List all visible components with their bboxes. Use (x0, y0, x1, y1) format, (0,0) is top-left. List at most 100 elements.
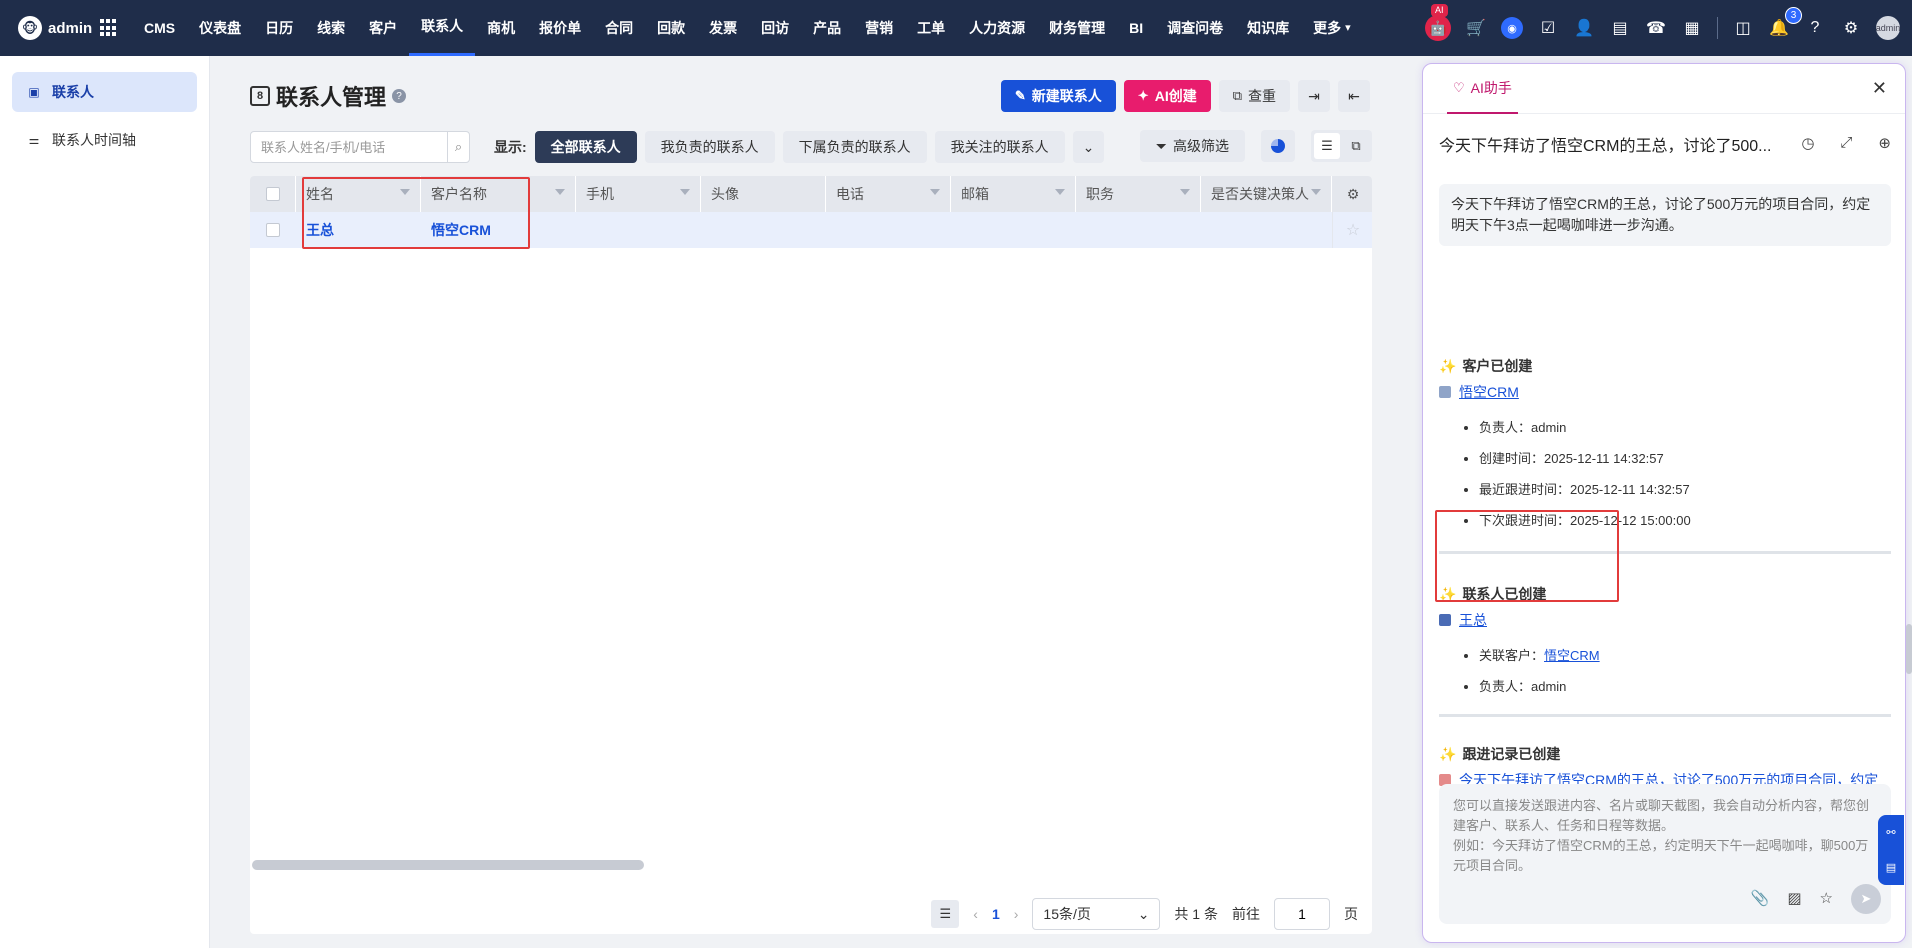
nav-item-surveys[interactable]: 调查问卷 (1155, 0, 1235, 56)
horizontal-scrollbar[interactable] (252, 860, 644, 870)
cart-icon[interactable]: 🛒 (1465, 17, 1487, 39)
page-number[interactable]: 1 (992, 906, 1000, 922)
col-header-email[interactable]: 邮箱 (951, 176, 1076, 212)
nav-item-tickets[interactable]: 工单 (905, 0, 957, 56)
network-icon[interactable]: ⚯ (1886, 826, 1895, 839)
row-checkbox[interactable] (266, 223, 280, 237)
filter-icon[interactable] (1180, 189, 1190, 195)
col-header-avatar[interactable]: 头像 (701, 176, 826, 212)
filter-icon[interactable] (930, 189, 940, 195)
nav-item-opportunities[interactable]: 商机 (475, 0, 527, 56)
apps-grid-icon[interactable] (100, 19, 118, 37)
goto-page-input[interactable] (1274, 898, 1330, 930)
nav-item-leads[interactable]: 线索 (305, 0, 357, 56)
phone-icon[interactable]: ☎ (1645, 17, 1667, 39)
nav-item-calendar[interactable]: 日历 (253, 0, 305, 56)
chevron-down-icon: ▾ (1345, 22, 1351, 34)
col-header-phone[interactable]: 电话 (826, 176, 951, 212)
floating-side-tab[interactable]: ⚯ ▤ (1878, 815, 1904, 885)
nav-item-knowledge[interactable]: 知识库 (1235, 0, 1301, 56)
image-icon[interactable]: ▨ (1787, 889, 1801, 909)
nav-item-products[interactable]: 产品 (801, 0, 853, 56)
star-icon[interactable]: ☆ (1333, 212, 1372, 248)
col-header-key-decision-maker[interactable]: 是否关键决策人 (1201, 176, 1332, 212)
filter-icon[interactable] (1055, 189, 1065, 195)
sidebar-item-timeline[interactable]: ⚌ 联系人时间轴 (12, 120, 197, 160)
user-icon[interactable]: 👤 (1573, 17, 1595, 39)
send-icon[interactable]: ➤ (1851, 884, 1881, 914)
task-check-icon[interactable]: ☑ (1537, 17, 1559, 39)
expand-icon[interactable]: ⤢ (1840, 134, 1852, 152)
close-icon[interactable]: ✕ (1872, 78, 1887, 99)
bell-icon[interactable]: 🔔 3 (1768, 7, 1802, 39)
filter-icon[interactable] (1311, 189, 1321, 195)
contact-link[interactable]: 王总 (1439, 610, 1600, 630)
ai-robot-icon[interactable]: 🤖 AI (1425, 4, 1451, 41)
document-icon[interactable]: ▤ (1609, 17, 1631, 39)
star-icon[interactable]: ☆ (1820, 889, 1833, 909)
select-all-checkbox[interactable] (266, 187, 280, 201)
column-settings: ⚙ ☆ (1332, 176, 1372, 248)
page-size-select[interactable]: 15条/页 ⌄ (1032, 898, 1161, 930)
gear-icon[interactable]: ⚙ (1840, 17, 1862, 39)
nav-more-menu[interactable]: 更多 ▾ (1301, 0, 1363, 56)
list-view-icon[interactable]: ☰ (1314, 133, 1340, 159)
list-icon[interactable]: ☰ (931, 900, 960, 928)
card-view-icon[interactable]: ⧉ (1343, 133, 1369, 159)
chart-pie-button[interactable] (1261, 130, 1295, 162)
chip-followed-contacts[interactable]: 我关注的联系人 (934, 131, 1065, 163)
paperclip-icon[interactable]: 📎 (1751, 889, 1770, 909)
chip-my-contacts[interactable]: 我负责的联系人 (644, 131, 775, 163)
nav-item-bi[interactable]: BI (1117, 0, 1155, 56)
nav-item-contacts[interactable]: 联系人 (409, 0, 476, 56)
person-icon (1439, 614, 1451, 626)
col-header-title[interactable]: 职务 (1076, 176, 1201, 212)
advanced-filter-button[interactable]: ⏷ 高级筛选 (1139, 130, 1245, 162)
help-icon[interactable]: ? (392, 89, 407, 103)
new-chat-icon[interactable]: ⊕ (1878, 134, 1891, 152)
search-icon[interactable]: ⌕ (447, 132, 469, 162)
import-button[interactable]: ⇥ (1298, 80, 1330, 112)
nav-item-dashboard[interactable]: 仪表盘 (187, 0, 253, 56)
prev-page-icon[interactable]: ‹ (973, 906, 978, 922)
customer-link[interactable]: 悟空CRM (1439, 382, 1691, 402)
column-settings-icon[interactable]: ⚙ (1333, 176, 1372, 212)
ai-create-button[interactable]: ✦ AI创建 (1123, 80, 1211, 112)
help-icon[interactable]: ? (1804, 17, 1826, 39)
chip-all-contacts[interactable]: 全部联系人 (534, 131, 637, 163)
nav-item-payments[interactable]: 回款 (645, 0, 697, 56)
new-contact-button[interactable]: ✎ 新建联系人 (1000, 80, 1116, 112)
nav-item-hr[interactable]: 人力资源 (957, 0, 1037, 56)
related-customer-link[interactable]: 悟空CRM (1544, 648, 1600, 663)
chat-bubble-icon[interactable]: ◉ (1501, 17, 1523, 39)
avatar[interactable]: admin (1876, 16, 1900, 40)
tab-ai-assistant[interactable]: ♡ AI助手 (1447, 64, 1518, 114)
nav-item-quotes[interactable]: 报价单 (527, 0, 593, 56)
col-header-mobile[interactable]: 手机 (576, 176, 701, 212)
nav-item-finance[interactable]: 财务管理 (1037, 0, 1117, 56)
input-tools: 📎 ▨ ☆ ➤ (1751, 884, 1881, 914)
nav-item-cms[interactable]: CMS (132, 0, 187, 56)
filter-icon[interactable] (680, 189, 690, 195)
nav-item-contracts[interactable]: 合同 (593, 0, 645, 56)
nav-item-invoices[interactable]: 发票 (697, 0, 749, 56)
search-input[interactable] (251, 132, 447, 162)
chevron-down-icon[interactable]: ⌄ (1072, 131, 1105, 163)
brand[interactable]: 🐵 admin (0, 16, 100, 40)
history-clock-icon[interactable]: ◷ (1801, 134, 1814, 152)
dedup-button[interactable]: ⧉ 查重 (1218, 80, 1290, 112)
nav-item-marketing[interactable]: 营销 (853, 0, 905, 56)
chip-subordinate-contacts[interactable]: 下属负责的联系人 (782, 131, 927, 163)
ai-input-box[interactable]: 您可以直接发送跟进内容、名片或聊天截图，我会自动分析内容，帮您创建客户、联系人、… (1439, 784, 1891, 924)
nav-item-customers[interactable]: 客户 (357, 0, 409, 56)
next-page-icon[interactable]: › (1014, 906, 1019, 922)
calendar-clock-icon[interactable]: ◫ (1732, 17, 1754, 39)
export-button[interactable]: ⇤ (1338, 80, 1370, 112)
sparkle-icon: ✦ (1137, 88, 1149, 103)
nav-item-revisits[interactable]: 回访 (749, 0, 801, 56)
edge-scroll-handle[interactable] (1906, 624, 1912, 674)
clipboard-icon[interactable]: ▤ (1886, 861, 1896, 874)
sidebar-item-contacts[interactable]: ▣ 联系人 (12, 72, 197, 112)
filter-icon[interactable] (555, 189, 565, 195)
calendar-icon[interactable]: ▦ (1681, 17, 1703, 39)
